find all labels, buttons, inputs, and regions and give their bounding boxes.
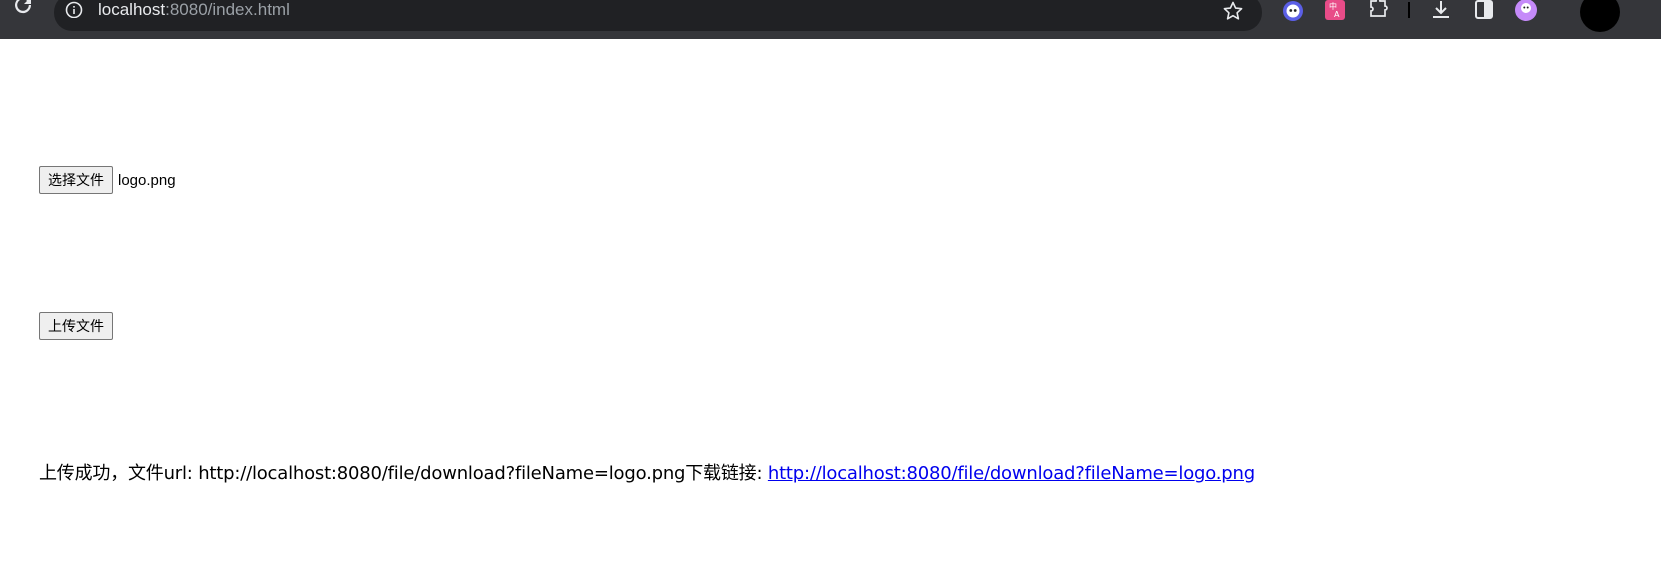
browser-toolbar: localhost:8080/index.html 中 A <box>0 0 1661 39</box>
translate-extension-icon[interactable]: 中 A <box>1323 0 1347 24</box>
chosen-file-name: logo.png <box>118 171 176 189</box>
upload-button[interactable]: 上传文件 <box>39 312 113 340</box>
window-control-edge <box>1580 0 1620 32</box>
star-icon[interactable] <box>1222 0 1244 22</box>
file-input[interactable]: 选择文件 logo.png <box>39 166 176 194</box>
upload-result-message: 上传成功，文件url: http://localhost:8080/file/d… <box>39 459 1255 485</box>
toolbar-separator <box>1408 2 1410 18</box>
info-icon[interactable] <box>65 0 83 18</box>
profile-avatar-icon[interactable] <box>1514 0 1538 24</box>
url-text[interactable]: localhost:8080/index.html <box>98 0 290 21</box>
result-text: 上传成功，文件url: http://localhost:8080/file/d… <box>39 463 768 484</box>
svg-text:A: A <box>1334 10 1340 19</box>
ghost-extension-icon[interactable] <box>1281 0 1305 24</box>
puzzle-extension-icon[interactable] <box>1366 0 1390 24</box>
download-link[interactable]: http://localhost:8080/file/download?file… <box>768 463 1255 484</box>
reload-icon[interactable] <box>11 0 35 24</box>
upload-row: 上传文件 <box>39 312 113 340</box>
url-host: localhost <box>98 0 166 19</box>
side-panel-icon[interactable] <box>1472 0 1496 24</box>
url-path: :8080/index.html <box>165 0 290 19</box>
choose-file-button[interactable]: 选择文件 <box>39 166 113 194</box>
download-icon[interactable] <box>1429 0 1453 24</box>
